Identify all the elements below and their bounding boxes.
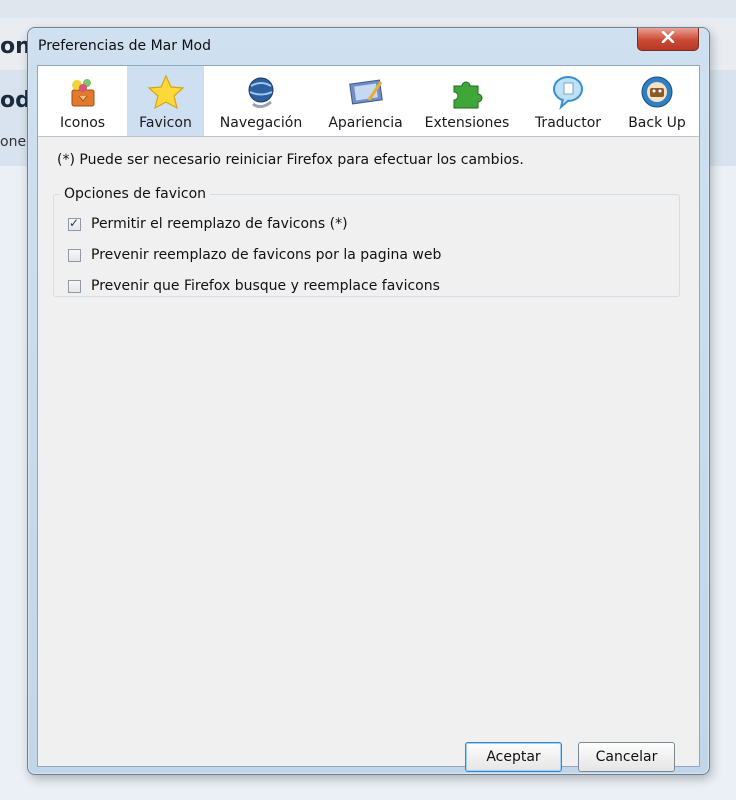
tab-favicon-label: Favicon	[139, 115, 192, 131]
backup-icon	[637, 72, 677, 112]
option-prevent-firefox-search[interactable]: Prevenir que Firefox busque y reemplace …	[68, 278, 440, 294]
accept-button[interactable]: Aceptar	[465, 742, 562, 772]
tab-apariencia-label: Apariencia	[328, 115, 403, 131]
dialog-content: Iconos Favicon Navegación Apariencia Ext…	[37, 65, 700, 772]
favicon-options-legend: Opciones de favicon	[64, 186, 207, 202]
appearance-display-icon	[346, 72, 386, 112]
option-allow-replace-label: Permitir el reemplazo de favicons (*)	[91, 216, 348, 232]
close-button[interactable]	[637, 28, 699, 51]
tab-iconos[interactable]: Iconos	[38, 66, 127, 136]
checkbox-prevent-web-replace[interactable]	[68, 248, 81, 262]
option-allow-replace[interactable]: Permitir el reemplazo de favicons (*)	[68, 216, 348, 232]
star-icon	[146, 72, 186, 112]
option-prevent-firefox-search-label: Prevenir que Firefox busque y reemplace …	[91, 278, 440, 294]
tab-backup-label: Back Up	[628, 115, 686, 131]
tab-extensiones-label: Extensiones	[424, 115, 510, 131]
tab-iconos-label: Iconos	[59, 115, 106, 131]
navigation-globe-icon	[241, 72, 281, 112]
restart-notice: (*) Puede ser necesario reiniciar Firefo…	[57, 152, 524, 168]
tab-navegacion[interactable]: Navegación	[204, 66, 318, 136]
cancel-button[interactable]: Cancelar	[578, 742, 675, 772]
tab-traductor-label: Traductor	[534, 115, 602, 131]
tab-favicon[interactable]: Favicon	[127, 66, 204, 136]
close-icon	[661, 30, 675, 47]
dialog-title: Preferencias de Mar Mod	[38, 38, 211, 54]
option-prevent-web-replace[interactable]: Prevenir reemplazo de favicons por la pa…	[68, 247, 441, 263]
preferences-toolbar: Iconos Favicon Navegación Apariencia Ext…	[38, 66, 699, 137]
preferences-dialog: Preferencias de Mar Mod Iconos Favicon N…	[27, 27, 710, 775]
tab-backup[interactable]: Back Up	[615, 66, 699, 136]
favicon-options-group: Opciones de favicon Permitir el reemplaz…	[53, 186, 680, 297]
background-window-top	[0, 0, 736, 18]
tab-traductor[interactable]: Traductor	[521, 66, 615, 136]
tab-navegacion-label: Navegación	[219, 115, 303, 131]
checkbox-prevent-firefox-search[interactable]	[68, 279, 81, 293]
tab-apariencia[interactable]: Apariencia	[318, 66, 413, 136]
checkbox-allow-replace[interactable]	[68, 216, 81, 231]
background-text-3: one	[0, 134, 27, 150]
icons-folder-icon	[63, 72, 103, 112]
puzzle-icon	[447, 72, 487, 112]
speech-bubble-icon	[548, 72, 588, 112]
tab-extensiones[interactable]: Extensiones	[413, 66, 521, 136]
option-prevent-web-replace-label: Prevenir reemplazo de favicons por la pa…	[91, 247, 442, 263]
